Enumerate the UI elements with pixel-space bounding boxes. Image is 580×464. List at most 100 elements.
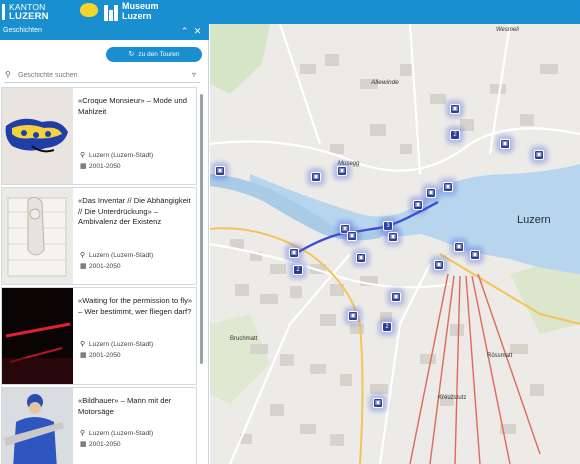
search-icon: ⚲ <box>5 70 11 79</box>
story-pin-cluster[interactable]: 3 <box>383 221 393 231</box>
location-pin-icon: ⚲ <box>80 252 86 259</box>
story-pin-cluster[interactable]: 2 <box>382 322 392 332</box>
story-period: ▦ 2001-2050 <box>80 351 121 359</box>
story-pin[interactable]: ▣ <box>348 311 358 321</box>
map-view[interactable]: Allewinde Wesmeli Musegg Bruchmatt Rössm… <box>210 24 580 464</box>
kanton-logo-line2: LUZERN <box>9 11 49 22</box>
book-icon: ▣ <box>217 168 223 174</box>
book-icon: ▣ <box>358 255 364 261</box>
close-icon[interactable]: ✕ <box>193 27 202 36</box>
story-pin[interactable]: ▣ <box>434 260 444 270</box>
story-thumbnail <box>2 288 73 384</box>
sidebar-header: Geschichten ⌃ ✕ <box>0 24 209 40</box>
book-icon: ▣ <box>536 152 542 158</box>
refresh-icon: ↻ <box>128 51 135 58</box>
book-icon: ▣ <box>436 262 442 268</box>
sidebar-title: Geschichten <box>3 27 42 34</box>
story-place-text: Luzern (Luzern-Stadt) <box>89 341 154 348</box>
book-icon: ▣ <box>456 244 462 250</box>
story-thumbnail <box>2 188 73 284</box>
story-pin[interactable]: ▣ <box>215 166 225 176</box>
search-input[interactable] <box>18 69 178 82</box>
story-pin[interactable]: ▣ <box>450 104 460 114</box>
story-card[interactable]: «Bildhauer» – Mann mit der Motorsäge ⚲ Lu… <box>1 387 197 464</box>
museum-logo-line2: Luzern <box>122 10 152 21</box>
story-place-text: Luzern (Luzern-Stadt) <box>89 152 154 159</box>
map-label-roessmatt: Rössmatt <box>487 353 513 359</box>
book-icon: ▣ <box>339 168 345 174</box>
story-pin-cluster[interactable]: 2 <box>450 130 460 140</box>
story-place: ⚲ Luzern (Luzern-Stadt) <box>80 151 153 159</box>
story-period-text: 2001-2050 <box>89 352 121 359</box>
map-label-bruchmatt: Bruchmatt <box>230 336 258 342</box>
book-icon: ▣ <box>390 234 396 240</box>
book-icon: ▣ <box>428 190 434 196</box>
story-pin[interactable]: ▣ <box>356 253 366 263</box>
pin-count: 2 <box>385 324 389 330</box>
story-thumbnail <box>2 388 73 464</box>
list-scrollbar[interactable] <box>200 94 203 364</box>
museum-mark-icon <box>104 5 118 21</box>
story-period-text: 2001-2050 <box>89 441 121 448</box>
calendar-icon: ▦ <box>80 163 87 170</box>
story-period: ▦ 2001-2050 <box>80 440 121 448</box>
sun-logo-icon <box>80 3 98 17</box>
map-label-kreuzstutz: Kreuzstutz <box>438 395 467 401</box>
story-thumbnail <box>2 88 73 184</box>
kanton-luzern-logo[interactable]: KANTON LUZERN <box>9 3 49 22</box>
story-list: «Croque Monsieur» – Mode und Mahlzeit ⚲ L… <box>0 87 202 464</box>
map-label-wesmeli: Wesmeli <box>496 27 519 33</box>
story-card[interactable]: «Croque Monsieur» – Mode und Mahlzeit ⚲ L… <box>1 87 197 185</box>
location-pin-icon: ⚲ <box>80 430 86 437</box>
filter-icon[interactable]: ▿ <box>192 70 196 79</box>
story-pin-cluster[interactable]: 2 <box>293 265 303 275</box>
story-pin[interactable]: ▣ <box>391 292 401 302</box>
app-header: KANTON LUZERN Museum Luzern <box>0 0 580 24</box>
calendar-icon: ▦ <box>80 352 87 359</box>
book-icon: ▣ <box>472 252 478 258</box>
story-pin[interactable]: ▣ <box>337 166 347 176</box>
story-search: ⚲ ▿ <box>4 69 200 83</box>
to-tours-button[interactable]: ↻ zu den Touren <box>106 47 202 62</box>
stories-sidebar: Geschichten ⌃ ✕ ↻zu den Touren ⚲ ▿ «Croq… <box>0 24 209 464</box>
book-icon: ▣ <box>415 202 421 208</box>
story-pin[interactable]: ▣ <box>388 232 398 242</box>
to-tours-label: zu den Touren <box>138 51 180 58</box>
book-icon: ▣ <box>375 400 381 406</box>
story-title: «Bildhauer» – Mann mit der Motorsäge <box>78 396 172 416</box>
calendar-icon: ▦ <box>80 441 87 448</box>
story-card[interactable]: «Waiting for the permission to fly» – We… <box>1 287 197 385</box>
map-canvas <box>210 24 580 464</box>
story-pin[interactable]: ▣ <box>311 172 321 182</box>
story-title: «Croque Monsieur» – Mode und Mahlzeit <box>78 96 187 116</box>
location-pin-icon: ⚲ <box>80 341 86 348</box>
story-pin[interactable]: ▣ <box>289 248 299 258</box>
story-place-text: Luzern (Luzern-Stadt) <box>89 430 154 437</box>
museum-logo-text: Museum Luzern <box>122 1 159 21</box>
story-place: ⚲ Luzern (Luzern-Stadt) <box>80 429 153 437</box>
story-pin[interactable]: ▣ <box>347 231 357 241</box>
book-icon: ▣ <box>452 106 458 112</box>
map-label-allewinde: Allewinde <box>371 79 399 86</box>
story-title: «Das Inventar // Die Abhängigkeit // Die… <box>78 196 191 226</box>
story-card[interactable]: «Das Inventar // Die Abhängigkeit // Die… <box>1 187 197 285</box>
collapse-icon[interactable]: ⌃ <box>180 27 189 36</box>
story-period-text: 2001-2050 <box>89 163 121 170</box>
story-place: ⚲ Luzern (Luzern-Stadt) <box>80 251 153 259</box>
story-pin[interactable]: ▣ <box>373 398 383 408</box>
pin-count: 2 <box>296 267 300 273</box>
story-pin[interactable]: ▣ <box>413 200 423 210</box>
story-pin[interactable]: ▣ <box>534 150 544 160</box>
story-pin[interactable]: ▣ <box>454 242 464 252</box>
story-period-text: 2001-2050 <box>89 263 121 270</box>
book-icon: ▣ <box>393 294 399 300</box>
book-icon: ▣ <box>291 250 297 256</box>
kanton-logo-bar <box>2 4 5 20</box>
story-pin[interactable]: ▣ <box>470 250 480 260</box>
story-pin[interactable]: ▣ <box>426 188 436 198</box>
story-pin[interactable]: ▣ <box>443 182 453 192</box>
book-icon: ▣ <box>445 184 451 190</box>
map-city-label: Luzern <box>517 214 551 226</box>
story-place: ⚲ Luzern (Luzern-Stadt) <box>80 340 153 348</box>
story-pin[interactable]: ▣ <box>500 139 510 149</box>
